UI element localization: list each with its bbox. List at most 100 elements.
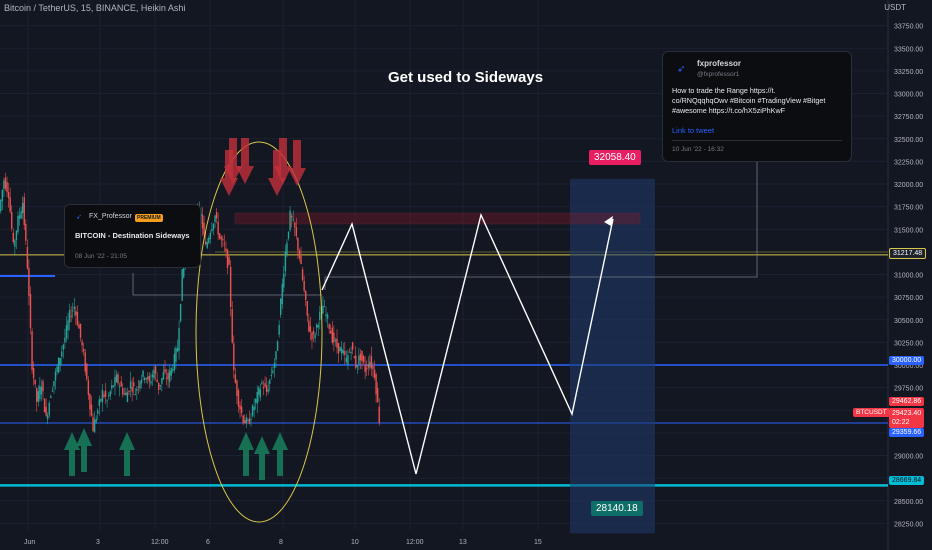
candle-body (276, 341, 279, 351)
candle-body (319, 311, 321, 320)
candle-body (355, 355, 357, 368)
last-price: 29423.40 (892, 410, 922, 417)
price-tag-last: 29423.40 02:22 (889, 408, 925, 428)
candle-body (290, 215, 293, 218)
candle-body (79, 323, 82, 338)
candle-body (37, 391, 40, 402)
candle-body (353, 356, 355, 358)
candle-body (75, 311, 77, 316)
candle-body (245, 417, 247, 424)
candle-body (215, 211, 218, 219)
tweet-line-2: co/RNQqqhqOwv #Bitcoin #TradingView #Bit… (672, 96, 826, 105)
candle-body (297, 238, 299, 251)
candle-body (109, 391, 111, 397)
candle-body (244, 420, 246, 424)
candle-body (167, 373, 169, 380)
candle-body (351, 342, 354, 350)
candle-body (65, 325, 68, 339)
candle-body (236, 380, 238, 396)
candle-body (234, 374, 237, 383)
candle-body (29, 293, 32, 328)
candle-body (126, 392, 129, 403)
candle-body (42, 381, 44, 392)
candle-body (7, 192, 10, 198)
price-tag-30000: 30000.00 (889, 356, 925, 365)
x-tick-label: 8 (279, 539, 283, 546)
candle-body (279, 298, 282, 315)
candle-body (165, 377, 168, 379)
y-tick-label: 32500.00 (894, 137, 923, 144)
candle-body (217, 221, 219, 235)
candle-body (229, 266, 232, 308)
y-tick-label: 33750.00 (894, 24, 923, 31)
candle-body (337, 343, 340, 354)
candle-body (334, 340, 337, 342)
candle-body (172, 369, 174, 371)
candle-body (286, 242, 288, 255)
candle-body (107, 395, 110, 397)
candle-body (176, 348, 179, 352)
y-tick-label: 30750.00 (894, 295, 923, 302)
candle-body (151, 374, 154, 378)
tweet-card[interactable]: ➶ fxprofessor @fxprofessor1 How to trade… (662, 51, 852, 162)
green-up-arrow (64, 432, 80, 476)
candle-body (89, 393, 91, 410)
candle-body (112, 385, 115, 387)
candle-body (298, 250, 301, 259)
candle-body (26, 246, 29, 269)
price-tag-28669: 28669.84 (889, 476, 925, 485)
candle-body (139, 381, 141, 389)
candle-body (204, 241, 207, 245)
candle-body (214, 215, 216, 223)
candle-body (248, 418, 251, 424)
x-tick-label: 13 (459, 539, 467, 546)
candle-body (101, 389, 104, 403)
y-tick-label: 29000.00 (894, 454, 923, 461)
tweet-link[interactable]: Link to tweet (672, 126, 714, 135)
candle-body (23, 197, 25, 226)
candle-body (367, 364, 369, 368)
candle-body (323, 306, 326, 308)
candle-body (251, 405, 254, 416)
candle-body (284, 251, 287, 272)
y-tick-label: 31500.00 (894, 227, 923, 234)
candle-body (258, 387, 260, 395)
idea-card[interactable]: ➶ FX_Professor PREMIUM BITCOIN - Destina… (64, 204, 201, 268)
candle-body (170, 368, 172, 376)
candle-body (17, 216, 19, 233)
candle-body (143, 377, 146, 381)
y-tick-label: 33000.00 (894, 92, 923, 99)
candle-body (361, 350, 363, 361)
candle-body (247, 419, 249, 421)
y-tick-label: 32000.00 (894, 182, 923, 189)
y-tick-label: 32250.00 (894, 159, 923, 166)
candle-body (348, 351, 351, 353)
candle-body (103, 394, 105, 397)
candle-body (300, 256, 302, 265)
range-bottom-label: 28140.18 (591, 501, 643, 516)
y-tick-label: 31750.00 (894, 205, 923, 212)
candle-body (128, 390, 130, 392)
rocket-icon: ➶ (677, 64, 686, 75)
candle-body (201, 215, 204, 229)
candle-body (125, 392, 127, 395)
projection-path (321, 212, 614, 475)
candle-body (366, 368, 368, 370)
candle-body (223, 243, 226, 245)
candle-body (326, 314, 329, 319)
green-up-arrow (254, 436, 270, 480)
candle-body (372, 366, 374, 370)
candle-body (225, 248, 227, 251)
candle-body (175, 348, 177, 362)
x-tick-label: 3 (96, 539, 100, 546)
y-tick-label: 33250.00 (894, 69, 923, 76)
price-tag-29359: 29359.66 (889, 428, 925, 437)
candle-body (273, 362, 276, 369)
candle-body (147, 376, 149, 380)
candle-body (309, 326, 312, 332)
candle-body (100, 399, 102, 401)
candle-body (233, 343, 235, 371)
candle-body (142, 370, 144, 377)
candle-body (123, 393, 126, 395)
candle-body (28, 267, 30, 296)
